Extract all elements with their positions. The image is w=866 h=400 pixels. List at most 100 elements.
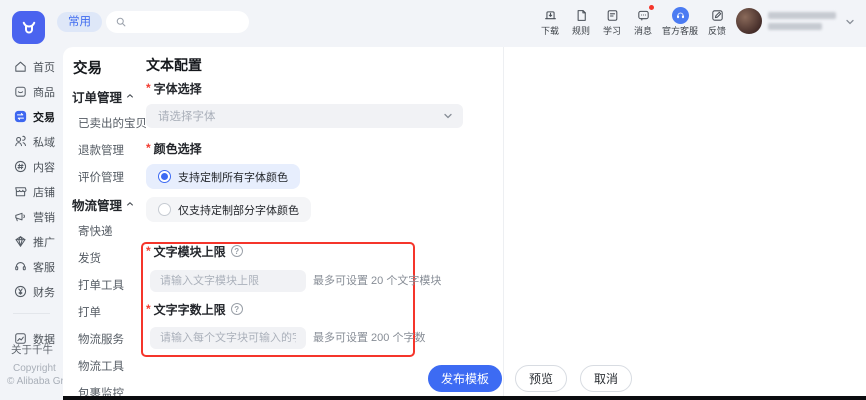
sidebar-item-label: 营销 — [33, 211, 55, 224]
sidebar: 首页商品交易私域内容店铺营销推广客服财务 — [0, 54, 63, 304]
required-star: * — [146, 141, 151, 155]
chevron-down-icon — [443, 111, 453, 121]
about-qianniu-link[interactable]: 关于千牛 — [11, 342, 53, 357]
search-input[interactable] — [132, 16, 240, 28]
sidebar-item-customer-service[interactable]: 客服 — [0, 254, 63, 279]
username-blurred-line2 — [768, 23, 822, 30]
official-service-icon — [671, 6, 689, 24]
topbar-action-rules[interactable]: 规则 — [569, 7, 593, 37]
topbar-action-label: 下载 — [540, 26, 559, 36]
promotion-icon — [13, 234, 28, 249]
finance-icon — [13, 284, 28, 299]
submenu-item[interactable]: 打单工具 — [78, 277, 124, 293]
sidebar-item-marketing[interactable]: 营销 — [0, 204, 63, 229]
marketing-icon — [13, 209, 28, 224]
bull-icon — [19, 18, 39, 38]
topbar-action-label: 消息 — [633, 26, 652, 36]
sidebar-item-label: 推广 — [33, 236, 55, 249]
sidebar-item-shop[interactable]: 店铺 — [0, 179, 63, 204]
sidebar-divider — [13, 313, 50, 314]
footer-actions: 发布模板 预览 取消 — [428, 365, 633, 392]
sidebar-item-label: 交易 — [33, 111, 55, 124]
topbar-action-messages[interactable]: 消息 — [631, 5, 655, 37]
submenu-title: 交易 — [73, 61, 102, 77]
sidebar-item-private-domain[interactable]: 私域 — [0, 129, 63, 154]
topbar-action-label: 学习 — [602, 26, 621, 36]
feedback-icon — [710, 7, 725, 23]
publish-template-button[interactable]: 发布模板 — [428, 365, 503, 392]
topbar-action-learn[interactable]: 学习 — [600, 7, 624, 37]
submenu-item[interactable]: 寄快递 — [78, 223, 113, 239]
content-card: 交易 订单管理已卖出的宝贝 退款管理评价管理物流管理寄快递发货打单工具打单物流服务… — [63, 47, 866, 400]
chevron-up-icon — [126, 92, 134, 100]
font-select-placeholder: 请选择字体 — [158, 111, 216, 123]
username-blurred-line1 — [768, 12, 836, 19]
color-option-0[interactable]: 支持定制所有字体颜色 — [146, 164, 300, 189]
radio-label: 仅支持定制部分字体颜色 — [178, 204, 299, 217]
sidebar-item-home[interactable]: 首页 — [0, 54, 63, 79]
panel-divider — [503, 47, 504, 396]
goods-icon — [13, 84, 28, 99]
module-limit-input[interactable] — [150, 270, 306, 292]
required-star: * — [146, 81, 151, 95]
sidebar-item-content[interactable]: 内容 — [0, 154, 63, 179]
color-option-1[interactable]: 仅支持定制部分字体颜色 — [146, 197, 311, 222]
search-box[interactable] — [106, 11, 249, 33]
sidebar-item-goods[interactable]: 商品 — [0, 79, 63, 104]
submenu-item[interactable]: 退款管理 — [78, 142, 124, 158]
radio-unselected-icon — [158, 203, 171, 216]
customer-service-icon — [13, 259, 28, 274]
sidebar-item-label: 商品 — [33, 86, 55, 99]
topbar-action-label: 反馈 — [708, 26, 727, 36]
font-select-label: * 字体选择 — [146, 81, 202, 96]
module-limit-label: * 文字模块上限 ? — [146, 244, 243, 259]
download-icon — [543, 7, 558, 23]
page-title: 文本配置 — [146, 57, 202, 73]
topbar-action-feedback[interactable]: 反馈 — [705, 7, 729, 37]
sidebar-item-finance[interactable]: 财务 — [0, 279, 63, 304]
preview-button[interactable]: 预览 — [515, 365, 568, 392]
submenu-item[interactable]: 打单 — [78, 304, 101, 320]
avatar[interactable] — [736, 8, 762, 34]
submenu-item[interactable]: 物流服务 — [78, 331, 124, 347]
home-icon — [13, 59, 28, 74]
submenu-item[interactable]: 物流工具 — [78, 358, 124, 374]
radio-selected-icon — [158, 170, 171, 183]
topbar-action-label: 规则 — [571, 26, 590, 36]
submenu-group-1[interactable]: 物流管理 — [72, 196, 134, 213]
submenu-item[interactable]: 评价管理 — [78, 169, 124, 185]
submenu-item[interactable]: 已卖出的宝贝 — [78, 115, 147, 131]
sidebar-item-trade[interactable]: 交易 — [0, 104, 63, 129]
copyright-text: Copyright — [13, 363, 56, 374]
char-limit-input[interactable] — [150, 327, 306, 349]
bottom-bar — [63, 396, 866, 400]
topbar-action-label: 官方客服 — [662, 26, 699, 36]
sidebar-item-label: 私域 — [33, 136, 55, 149]
content-icon — [13, 159, 28, 174]
font-select[interactable]: 请选择字体 — [146, 104, 463, 128]
submenu-group-0[interactable]: 订单管理 — [72, 88, 134, 105]
topbar-action-download[interactable]: 下载 — [538, 7, 562, 37]
submenu-item[interactable]: 发货 — [78, 250, 101, 266]
trade-icon — [13, 109, 28, 124]
help-icon[interactable]: ? — [230, 245, 243, 257]
qianniu-logo[interactable] — [12, 11, 45, 44]
chevron-down-icon[interactable] — [845, 17, 855, 27]
sidebar-item-label: 店铺 — [33, 186, 55, 199]
sidebar-item-label: 内容 — [33, 161, 55, 174]
rules-icon — [574, 7, 589, 23]
search-icon — [115, 16, 127, 28]
topbar-actions: 下载 规则 学习 消息 官方客服 反馈 — [538, 5, 729, 37]
shop-icon — [13, 184, 28, 199]
help-icon[interactable]: ? — [230, 303, 243, 315]
cancel-button[interactable]: 取消 — [580, 365, 633, 392]
tab-changyong[interactable]: 常用 — [57, 12, 102, 32]
sidebar-item-promotion[interactable]: 推广 — [0, 229, 63, 254]
sidebar-item-label: 客服 — [33, 261, 55, 274]
notification-badge — [648, 5, 654, 10]
topbar-action-official-service[interactable]: 官方客服 — [662, 6, 699, 37]
color-select-label: * 颜色选择 — [146, 141, 202, 156]
sidebar-item-label: 财务 — [33, 286, 55, 299]
private-domain-icon — [13, 134, 28, 149]
required-star: * — [146, 302, 151, 316]
